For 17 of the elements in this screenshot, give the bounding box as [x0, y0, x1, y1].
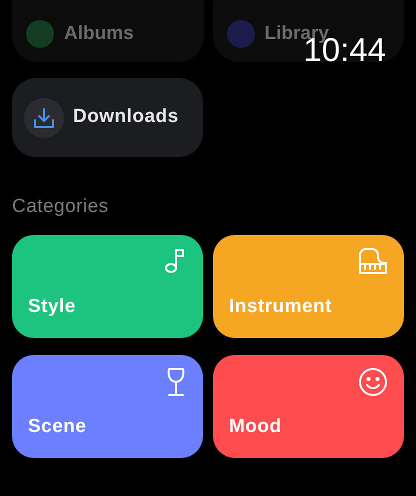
tile[interactable]: Albums: [12, 0, 204, 62]
category-label: Style: [28, 295, 77, 319]
category-label: Mood: [229, 415, 283, 439]
category-tile[interactable]: Style: [12, 234, 203, 338]
piano-icon: [358, 246, 388, 274]
category-tile[interactable]: Scene: [12, 354, 203, 458]
category-label: Scene: [28, 415, 88, 439]
tile-label: Albums: [64, 22, 134, 46]
category-tile[interactable]: Mood: [213, 354, 404, 458]
downloads-button[interactable]: Downloads: [12, 78, 203, 157]
smiley-icon: [358, 366, 388, 396]
category-label: Instrument: [229, 295, 333, 319]
category-tile[interactable]: Instrument: [213, 234, 404, 338]
music-note-icon: [163, 246, 187, 274]
wine-glass-icon: [165, 366, 187, 396]
download-icon: [24, 98, 64, 138]
section-title: Categories: [12, 195, 110, 219]
